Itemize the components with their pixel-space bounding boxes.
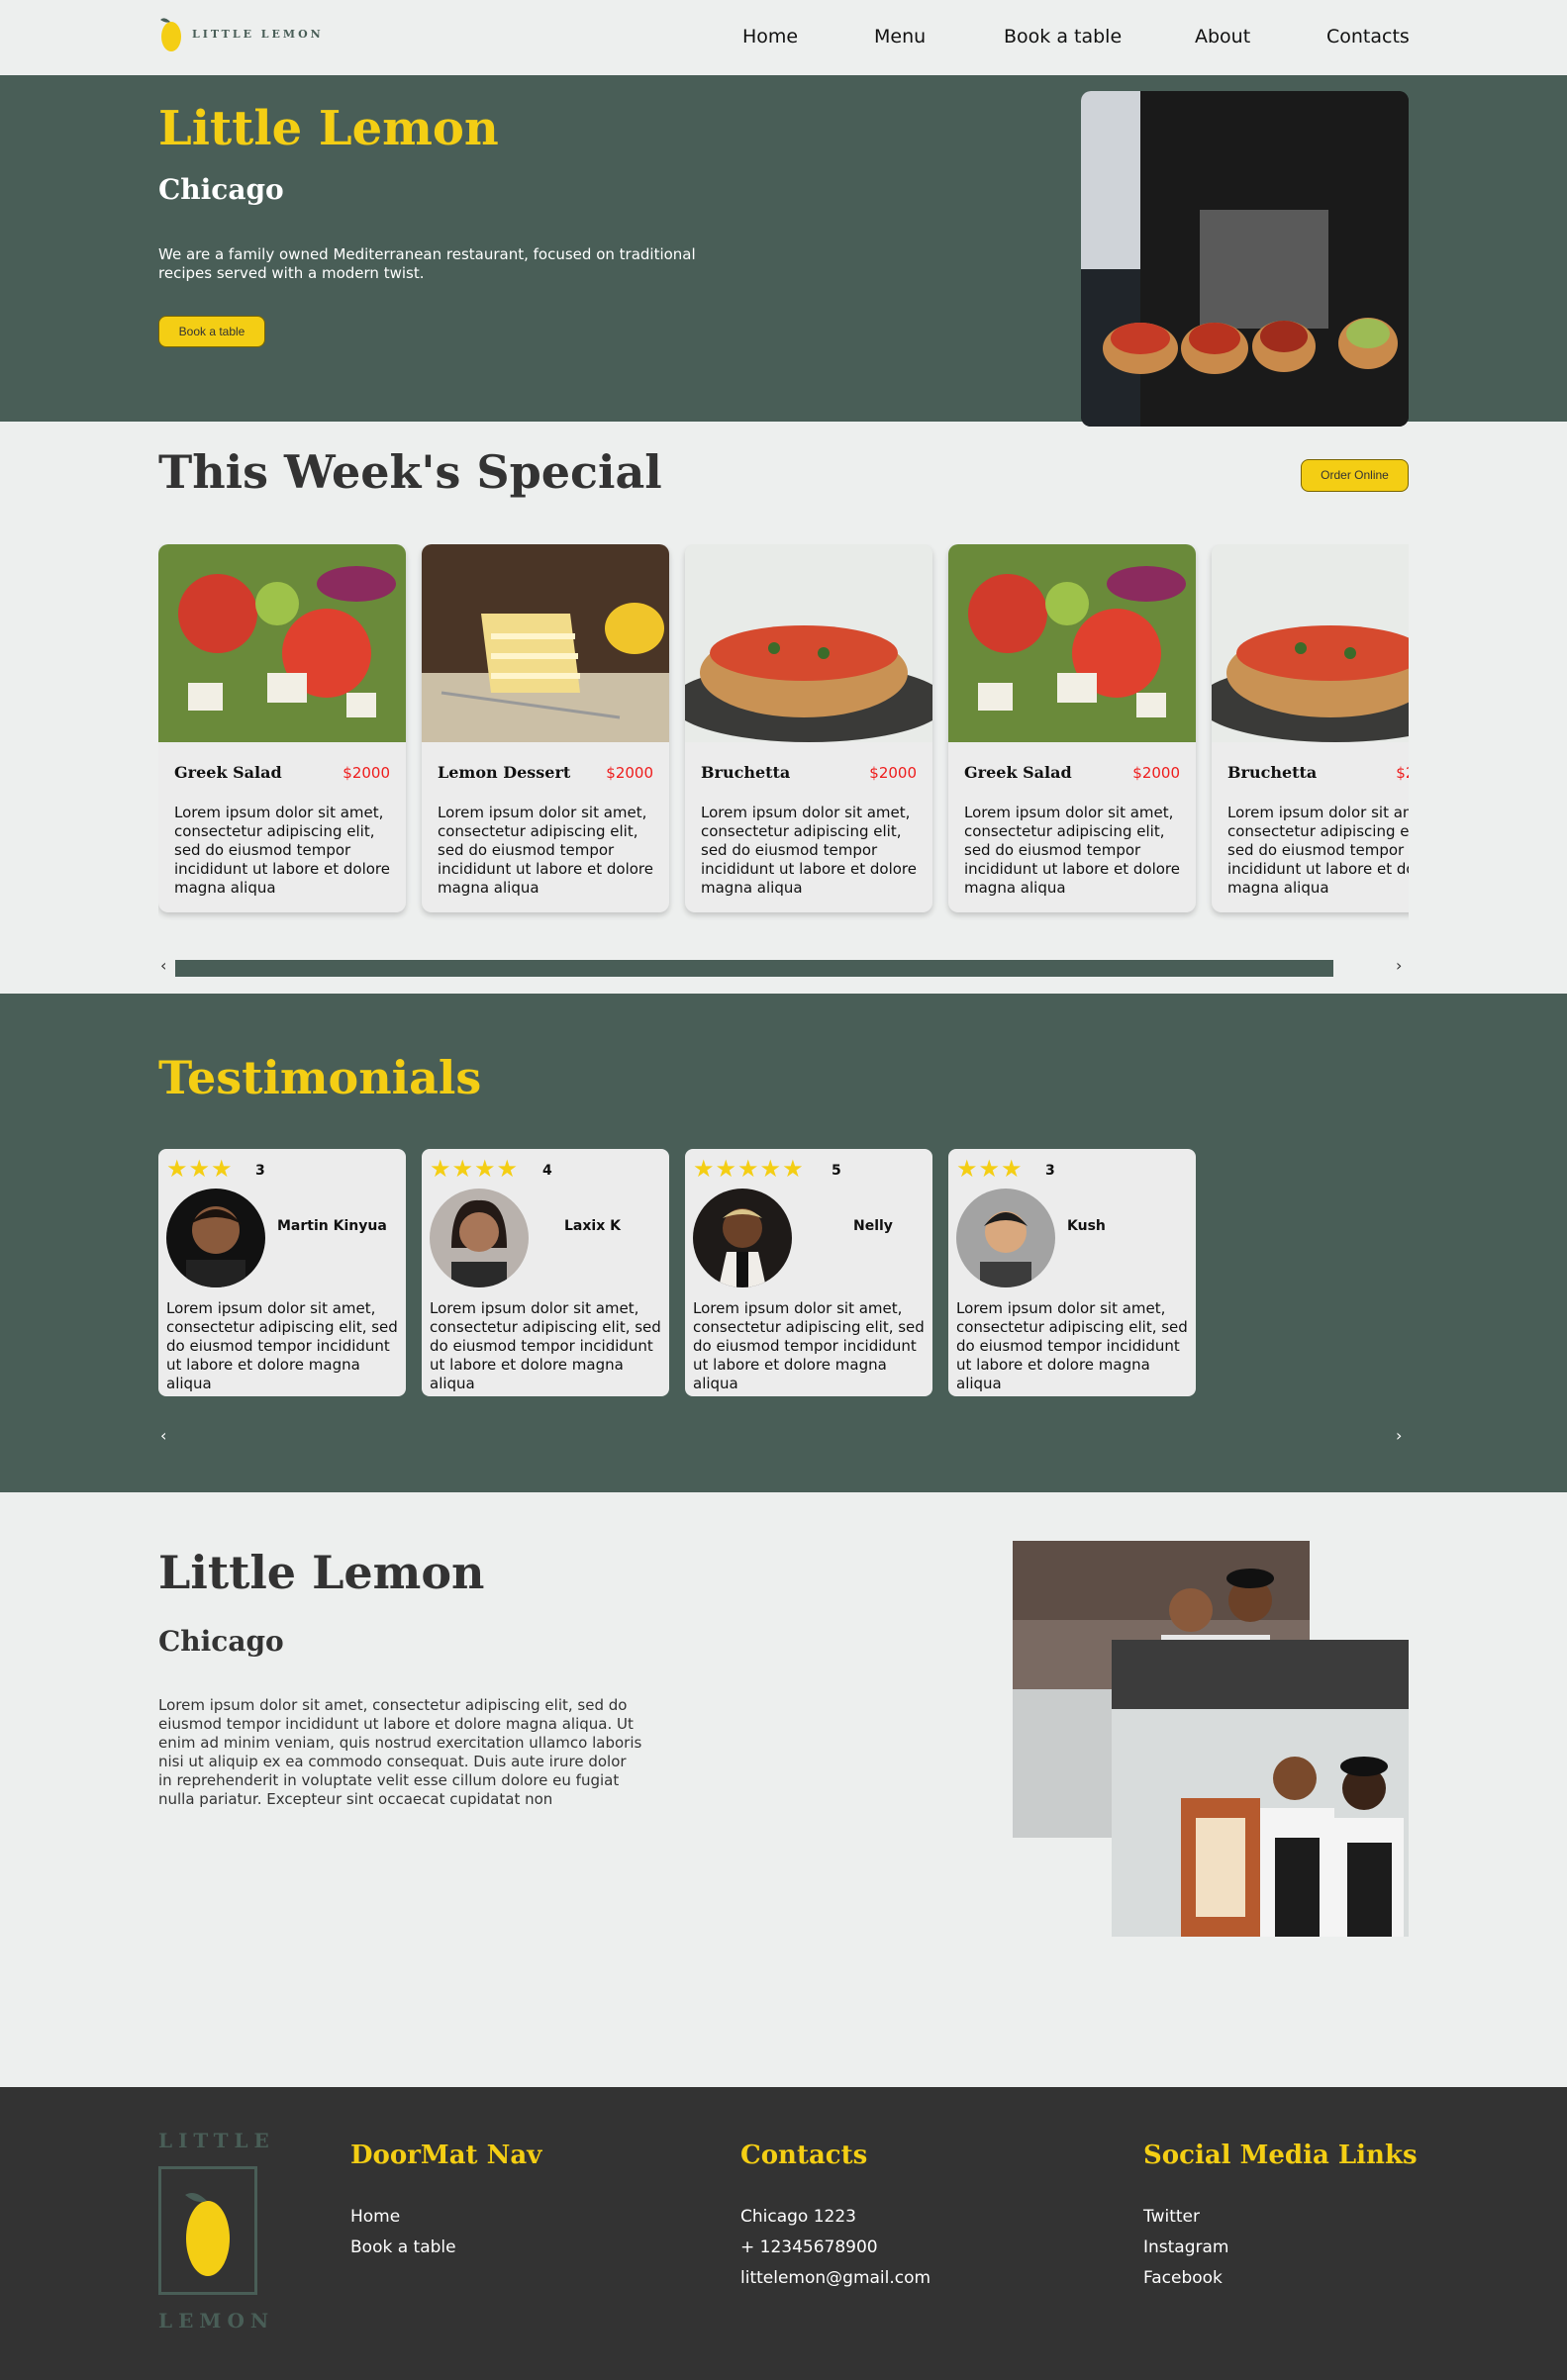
- menu-item-description: Lorem ipsum dolor sit amet, consectetur …: [438, 804, 653, 897]
- footer-logo-bottom: LEMON: [158, 2309, 275, 2332]
- menu-card[interactable]: Lemon Dessert $2000 Lorem ipsum dolor si…: [422, 544, 669, 912]
- specials-title: This Week's Special: [158, 445, 662, 499]
- footer: LITTLE LEMON DoorMat Nav Home Book a tab…: [0, 2087, 1567, 2380]
- menu-item-description: Lorem ipsum dolor sit amet, consectetur …: [701, 804, 917, 897]
- social-link-instagram[interactable]: Instagram: [1143, 2237, 1229, 2257]
- top-navbar: LITTLE LEMON Home Menu Book a table Abou…: [0, 0, 1567, 75]
- footer-logo-top: LITTLE: [158, 2129, 275, 2152]
- menu-item-description: Lorem ipsum dolor sit amet, consectetur …: [174, 804, 390, 897]
- testimonials-section: Testimonials ★★★ 3 Martin Kinyua Lorem i…: [0, 994, 1567, 1492]
- book-a-table-button[interactable]: Book a table: [158, 316, 265, 347]
- hero-title: Little Lemon: [158, 101, 499, 156]
- menu-item-price: $2000: [606, 764, 653, 782]
- specials-carousel[interactable]: Greek Salad $2000 Lorem ipsum dolor sit …: [158, 544, 1409, 920]
- menu-item-price: $2000: [869, 764, 917, 782]
- greek-salad-image: [948, 544, 1196, 742]
- testimonial-text: Lorem ipsum dolor sit amet, consectetur …: [166, 1299, 398, 1392]
- restaurant-kitchen-image: [1112, 1640, 1409, 1937]
- reviewer-name: Nelly: [853, 1218, 893, 1234]
- about-description: Lorem ipsum dolor sit amet, consectetur …: [158, 1696, 642, 1808]
- testimonial-text: Lorem ipsum dolor sit amet, consectetur …: [430, 1299, 661, 1392]
- chevron-left-icon[interactable]: ‹: [160, 1426, 166, 1445]
- menu-item-price: $2000: [343, 764, 390, 782]
- nav-link-book-a-table[interactable]: Book a table: [1004, 26, 1122, 48]
- doormat-nav-title: DoorMat Nav: [350, 2141, 542, 2170]
- lemon-icon: [160, 18, 181, 51]
- footer-logo[interactable]: [158, 2166, 257, 2295]
- about-subtitle: Chicago: [158, 1625, 284, 1658]
- menu-item-price: $2000: [1132, 764, 1180, 782]
- greek-salad-image: [158, 544, 406, 742]
- logo-text: LITTLE LEMON: [192, 27, 324, 41]
- menu-card[interactable]: Greek Salad $2000 Lorem ipsum dolor sit …: [158, 544, 406, 912]
- star-rating-icon: ★★★★: [430, 1155, 520, 1183]
- avatar: [166, 1189, 265, 1287]
- nav-link-home[interactable]: Home: [742, 26, 798, 48]
- menu-item-description: Lorem ipsum dolor sit amet, consectetur …: [964, 804, 1180, 897]
- nav-link-contacts[interactable]: Contacts: [1326, 26, 1410, 48]
- avatar: [430, 1189, 529, 1287]
- lemon-icon: [185, 2193, 230, 2276]
- menu-item-name: Greek Salad: [174, 763, 282, 782]
- social-links-title: Social Media Links: [1143, 2141, 1418, 2170]
- lemon-dessert-image: [422, 544, 669, 742]
- testimonial-card: ★★★★★ 5 Nelly Lorem ipsum dolor sit amet…: [685, 1149, 932, 1396]
- menu-item-name: Lemon Dessert: [438, 763, 571, 782]
- rating-value: 3: [1045, 1163, 1055, 1179]
- nav-link-about[interactable]: About: [1195, 26, 1250, 48]
- nav-link-menu[interactable]: Menu: [874, 26, 926, 48]
- menu-item-name: Bruchetta: [1227, 763, 1318, 782]
- testimonial-card: ★★★ 3 Kush Lorem ipsum dolor sit amet, c…: [948, 1149, 1196, 1396]
- reviewer-name: Laxix K: [564, 1218, 621, 1234]
- social-link-twitter[interactable]: Twitter: [1143, 2207, 1200, 2227]
- star-rating-icon: ★★★: [166, 1155, 234, 1183]
- order-online-button[interactable]: Order Online: [1301, 459, 1409, 492]
- chevron-right-icon[interactable]: ›: [1396, 1426, 1402, 1445]
- avatar: [956, 1189, 1055, 1287]
- testimonial-card: ★★★★ 4 Laxix K Lorem ipsum dolor sit ame…: [422, 1149, 669, 1396]
- menu-item-name: Greek Salad: [964, 763, 1072, 782]
- rating-value: 4: [542, 1163, 552, 1179]
- menu-item-name: Bruchetta: [701, 763, 791, 782]
- site-logo[interactable]: LITTLE LEMON: [158, 14, 324, 53]
- menu-card[interactable]: Bruchetta $2000 Lorem ipsum dolor sit am…: [1212, 544, 1409, 912]
- star-rating-icon: ★★★★★: [693, 1155, 805, 1183]
- contact-address: Chicago 1223: [740, 2207, 856, 2227]
- testimonial-card: ★★★ 3 Martin Kinyua Lorem ipsum dolor si…: [158, 1149, 406, 1396]
- social-link-facebook[interactable]: Facebook: [1143, 2268, 1223, 2288]
- footer-link-book-a-table[interactable]: Book a table: [350, 2237, 456, 2257]
- carousel-scrollbar[interactable]: [175, 960, 1333, 977]
- rating-value: 3: [255, 1163, 265, 1179]
- rating-value: 5: [832, 1163, 841, 1179]
- hero-description: We are a family owned Mediterranean rest…: [158, 245, 696, 282]
- menu-item-price: $2000: [1396, 764, 1409, 782]
- contact-phone: + 12345678900: [740, 2237, 878, 2257]
- chevron-right-icon[interactable]: ›: [1396, 956, 1402, 975]
- hero-image: [1081, 91, 1409, 427]
- bruchetta-image: [1212, 544, 1409, 742]
- bruchetta-image: [685, 544, 932, 742]
- avatar: [693, 1189, 792, 1287]
- contacts-title: Contacts: [740, 2141, 868, 2170]
- menu-card[interactable]: Greek Salad $2000 Lorem ipsum dolor sit …: [948, 544, 1196, 912]
- contact-email[interactable]: littelemon@gmail.com: [740, 2268, 930, 2288]
- reviewer-name: Martin Kinyua: [277, 1218, 387, 1234]
- about-title: Little Lemon: [158, 1546, 485, 1599]
- reviewer-name: Kush: [1067, 1218, 1106, 1234]
- hero-subtitle: Chicago: [158, 173, 284, 206]
- testimonial-text: Lorem ipsum dolor sit amet, consectetur …: [956, 1299, 1188, 1392]
- testimonials-title: Testimonials: [158, 1051, 482, 1104]
- chevron-left-icon[interactable]: ‹: [160, 956, 166, 975]
- menu-item-description: Lorem ipsum dolor sit amet, consectetur …: [1227, 804, 1409, 897]
- footer-link-home[interactable]: Home: [350, 2207, 400, 2227]
- testimonial-text: Lorem ipsum dolor sit amet, consectetur …: [693, 1299, 925, 1392]
- menu-card[interactable]: Bruchetta $2000 Lorem ipsum dolor sit am…: [685, 544, 932, 912]
- star-rating-icon: ★★★: [956, 1155, 1024, 1183]
